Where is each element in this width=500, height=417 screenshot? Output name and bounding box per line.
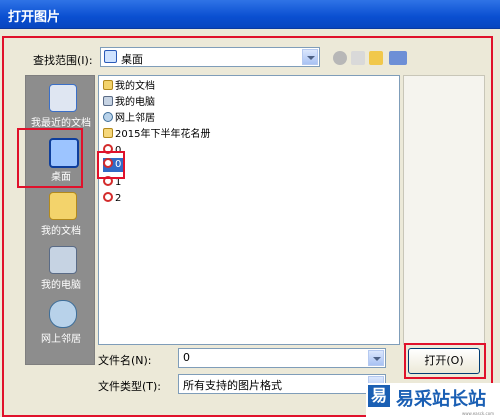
title-bar: 打开图片 [0, 0, 500, 29]
filetype-label: 文件类型(T): [98, 380, 162, 393]
list-item[interactable]: 1 [103, 176, 121, 190]
file-name: 1 [115, 177, 122, 188]
my-computer-icon [49, 246, 77, 274]
file-name: 0 [115, 159, 122, 170]
file-name: 2015年下半年花名册 [115, 129, 211, 140]
file-name: 0 [115, 145, 122, 156]
recent-documents-icon [49, 84, 77, 112]
file-name: 我的电脑 [115, 97, 155, 108]
place-my-computer[interactable]: 我的电脑 [26, 242, 96, 296]
place-network[interactable]: 网上邻居 [26, 296, 96, 350]
watermark-url: www.easck.com [462, 411, 495, 416]
file-list[interactable]: 我的文档 我的电脑 网上邻居 2015年下半年花名册 0 0 1 2 [98, 75, 400, 345]
lookin-combobox[interactable]: 桌面 [100, 47, 320, 67]
place-label: 网上邻居 [41, 334, 81, 345]
up-folder-icon[interactable] [351, 51, 365, 65]
place-label: 桌面 [51, 172, 71, 183]
place-desktop[interactable]: 桌面 [26, 134, 96, 188]
new-folder-icon[interactable] [369, 51, 383, 65]
desktop-icon [49, 138, 79, 168]
place-label: 我的文档 [41, 226, 81, 237]
places-bar: 我最近的文档 桌面 我的文档 我的电脑 网上邻居 [25, 75, 95, 365]
lookin-value: 桌面 [121, 53, 143, 66]
list-item[interactable]: 0 [103, 144, 121, 158]
image-file-icon [103, 176, 113, 186]
list-item-selected[interactable]: 0 [103, 158, 124, 172]
preview-pane [403, 75, 485, 345]
list-item[interactable]: 2015年下半年花名册 [103, 128, 210, 142]
lookin-label: 查找范围(I): [33, 54, 93, 67]
folder-icon [103, 128, 113, 138]
watermark-text: 易采站长站 [396, 389, 486, 410]
place-recent[interactable]: 我最近的文档 [26, 80, 96, 134]
desktop-icon [104, 50, 117, 63]
file-name: 我的文档 [115, 81, 155, 92]
place-label: 我最近的文档 [31, 118, 91, 129]
place-label: 我的电脑 [41, 280, 81, 291]
watermark: 易 易采站长站 www.easck.com [366, 383, 500, 417]
place-my-documents[interactable]: 我的文档 [26, 188, 96, 242]
chevron-down-icon[interactable] [302, 49, 318, 65]
my-documents-icon [103, 80, 113, 90]
network-places-icon [103, 112, 113, 122]
my-documents-icon [49, 192, 77, 220]
image-file-icon [103, 144, 113, 154]
list-item[interactable]: 2 [103, 192, 121, 206]
open-button[interactable]: 打开(O) [408, 348, 480, 374]
my-computer-icon [103, 96, 113, 106]
list-item[interactable]: 我的电脑 [103, 96, 155, 110]
list-item[interactable]: 我的文档 [103, 80, 155, 94]
watermark-logo: 易 [368, 385, 390, 407]
back-icon[interactable] [333, 51, 347, 65]
filename-field[interactable]: 0 [178, 348, 386, 368]
filetype-select[interactable]: 所有支持的图片格式 [178, 374, 386, 394]
image-file-icon [103, 192, 113, 202]
window-title: 打开图片 [8, 10, 61, 25]
network-places-icon [49, 300, 77, 328]
view-menu-icon[interactable] [389, 51, 407, 65]
filename-value: 0 [183, 351, 190, 364]
file-name: 2 [115, 193, 122, 204]
filename-label: 文件名(N): [98, 354, 152, 367]
image-file-icon [103, 158, 113, 168]
file-name: 网上邻居 [115, 113, 155, 124]
list-item[interactable]: 网上邻居 [103, 112, 155, 126]
filetype-value: 所有支持的图片格式 [183, 379, 282, 392]
chevron-down-icon[interactable] [368, 350, 384, 366]
